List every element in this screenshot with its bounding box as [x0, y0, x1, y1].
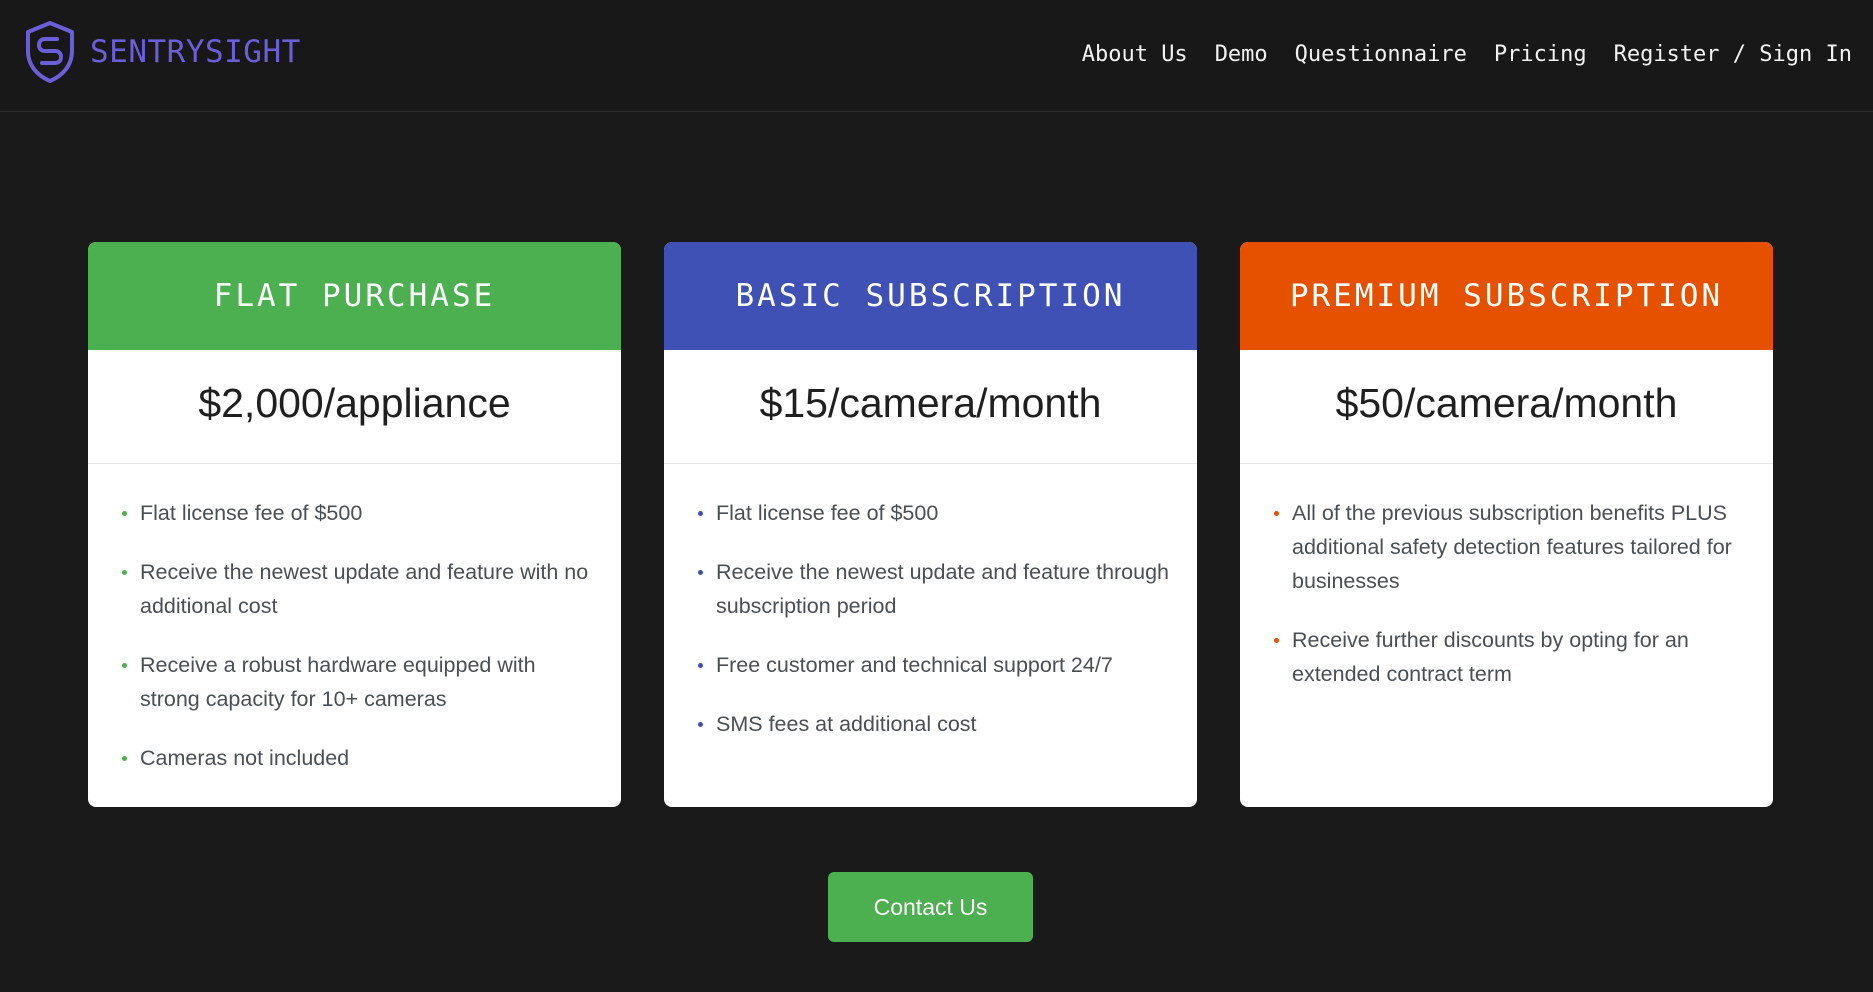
bullet-icon — [698, 570, 703, 575]
plan-feature: Flat license fee of $500 — [122, 496, 593, 530]
bullet-icon — [122, 570, 127, 575]
plan-card-premium-subscription: PREMIUM SUBSCRIPTION $50/camera/month Al… — [1240, 242, 1773, 807]
plan-price: $2,000/appliance — [88, 350, 621, 464]
nav-link-pricing[interactable]: Pricing — [1494, 38, 1587, 72]
plan-feature-text: SMS fees at additional cost — [716, 712, 977, 736]
bullet-icon — [122, 663, 127, 668]
bullet-icon — [698, 722, 703, 727]
plan-feature: Receive a robust hardware equipped with … — [122, 648, 593, 716]
plan-price: $50/camera/month — [1240, 350, 1773, 464]
nav-link-about-us[interactable]: About Us — [1082, 38, 1188, 72]
nav-link-questionnaire[interactable]: Questionnaire — [1295, 38, 1467, 72]
brand-link[interactable]: SENTRYSIGHT — [24, 20, 301, 84]
top-navbar: SENTRYSIGHT About Us Demo Questionnaire … — [0, 0, 1873, 112]
bullet-icon — [122, 511, 127, 516]
plan-feature: Free customer and technical support 24/7 — [698, 648, 1169, 682]
plan-card-flat-purchase: FLAT PURCHASE $2,000/appliance Flat lice… — [88, 242, 621, 807]
plan-header: PREMIUM SUBSCRIPTION — [1240, 242, 1773, 350]
brand-name: SENTRYSIGHT — [90, 34, 301, 70]
plan-feature-text: All of the previous subscription benefit… — [1292, 501, 1732, 593]
plan-feature: Receive the newest update and feature wi… — [122, 555, 593, 623]
plan-feature-text: Receive a robust hardware equipped with … — [140, 653, 536, 711]
bullet-icon — [698, 663, 703, 668]
plan-feature-text: Receive the newest update and feature wi… — [140, 560, 589, 618]
plan-feature-text: Flat license fee of $500 — [716, 501, 939, 525]
bullet-icon — [1274, 511, 1279, 516]
plan-header: BASIC SUBSCRIPTION — [664, 242, 1197, 350]
nav-menu: About Us Demo Questionnaire Pricing Regi… — [1082, 38, 1852, 72]
plan-feature: SMS fees at additional cost — [698, 707, 1169, 741]
plan-feature-text: Receive the newest update and feature th… — [716, 560, 1170, 618]
bullet-icon — [698, 511, 703, 516]
plan-price: $15/camera/month — [664, 350, 1197, 464]
plan-feature-list: All of the previous subscription benefit… — [1240, 464, 1773, 691]
plan-feature-text: Cameras not included — [140, 746, 350, 770]
plan-feature-text: Receive further discounts by opting for … — [1292, 628, 1689, 686]
nav-link-register-sign-in[interactable]: Register / Sign In — [1614, 38, 1852, 72]
plan-feature: Cameras not included — [122, 741, 593, 775]
contact-us-button[interactable]: Contact Us — [828, 872, 1033, 942]
plan-feature: Receive further discounts by opting for … — [1274, 623, 1745, 691]
plan-feature-list: Flat license fee of $500 Receive the new… — [88, 464, 621, 775]
plan-feature-text: Free customer and technical support 24/7 — [716, 653, 1113, 677]
bullet-icon — [122, 756, 127, 761]
shield-s-icon — [26, 21, 74, 83]
plan-feature: Receive the newest update and feature th… — [698, 555, 1170, 623]
plan-feature-text: Flat license fee of $500 — [140, 501, 363, 525]
plan-feature: All of the previous subscription benefit… — [1274, 496, 1745, 598]
bullet-icon — [1274, 638, 1279, 643]
plan-card-basic-subscription: BASIC SUBSCRIPTION $15/camera/month Flat… — [664, 242, 1197, 807]
plan-feature-list: Flat license fee of $500 Receive the new… — [664, 464, 1197, 741]
nav-link-demo[interactable]: Demo — [1215, 38, 1268, 72]
plan-header: FLAT PURCHASE — [88, 242, 621, 350]
plan-feature: Flat license fee of $500 — [698, 496, 1169, 530]
